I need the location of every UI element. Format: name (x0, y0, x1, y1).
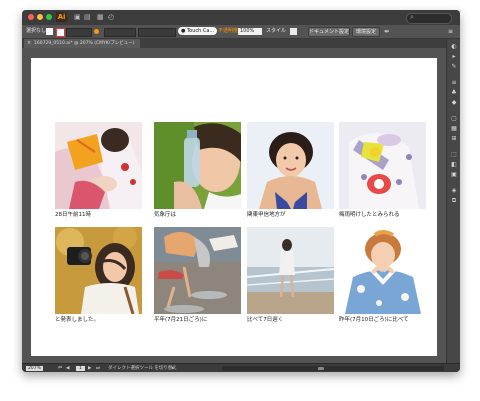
photo-caption: と発表しました。 (55, 317, 100, 323)
photo-beach-splash[interactable] (154, 227, 241, 314)
close-window-button[interactable] (28, 14, 34, 20)
fill-swatch[interactable] (46, 28, 53, 35)
photo-caption: 比べて7日遅く (247, 317, 284, 323)
scrollbar-thumb[interactable] (318, 367, 324, 370)
status-bar: 207% ⏮ ◀ 1 ▶ ⏭ ダイレクト選択ツール を切り替え ▸ (22, 363, 460, 372)
selection-status: 選択なし (26, 28, 47, 34)
style-swatch[interactable] (290, 28, 297, 35)
app-logo: Ai (56, 12, 67, 22)
photo-caption: 気象庁は (154, 212, 177, 218)
brush-definition[interactable]: ● Touch Ca... (178, 27, 218, 35)
zoom-window-button[interactable] (46, 14, 52, 20)
stroke-swatch[interactable] (56, 28, 65, 37)
search-icon: ⌕ (410, 13, 414, 21)
photo-camera[interactable] (55, 227, 142, 314)
photo-kimono-flower[interactable] (339, 122, 426, 209)
artboard-number-field[interactable]: 1 (76, 366, 85, 371)
stroke-weight-field[interactable] (66, 28, 92, 37)
artboards-panel-icon[interactable]: ▣ (450, 171, 458, 178)
status-menu-icon[interactable]: ▸ (172, 364, 174, 372)
panel-menu-icon[interactable]: ≡ (448, 25, 453, 38)
arrange-documents-icon[interactable]: ▦ (97, 13, 104, 21)
layers-panel-icon[interactable]: ◈ (450, 187, 458, 194)
minimize-window-button[interactable] (37, 14, 43, 20)
transparency-panel-icon[interactable]: ▢ (450, 115, 458, 122)
align-icon[interactable]: ⇹ (384, 25, 389, 38)
bridge-icon[interactable]: ▣ (74, 13, 81, 21)
stroke-panel-icon[interactable]: ≡ (450, 79, 458, 86)
close-tab-icon[interactable]: × (27, 39, 31, 48)
pathfinder-panel-icon[interactable]: ◧ (450, 161, 458, 168)
brush-label: Touch Ca... (186, 28, 215, 34)
photo-caption: 関東甲信地方が (247, 212, 286, 218)
recolor-icon[interactable] (94, 29, 99, 34)
control-bar: 選択なし ● Touch Ca... 不透明度 100% スタイル ドキュメント… (22, 25, 460, 39)
photo-seaside[interactable] (247, 227, 334, 314)
photo-caption: 平年(7月21日ごろ)に (154, 317, 208, 323)
illustrator-window: Ai ▣ ▤ ▦ ◴ ⌕ 選択なし ● Touch Ca... 不透明度 100… (22, 10, 460, 372)
artboard[interactable]: 28日午前11時 気象庁は 関東甲信地方が 梅雨明けしたとみられる と発表しまし… (31, 58, 437, 356)
document-tab[interactable]: × 160729_0510.ai* @ 207% (CMYK/プレビュー) (24, 39, 141, 48)
variable-width-field[interactable] (104, 28, 136, 37)
align-panel-icon[interactable]: ⊞ (450, 135, 458, 142)
gpu-icon[interactable]: ◴ (108, 13, 114, 21)
document-tab-title: 160729_0510.ai* @ 207% (CMYK/プレビュー) (34, 41, 135, 46)
last-artboard-icon[interactable]: ⏭ (96, 364, 100, 372)
panel-dock: ◐ ▸ ✎ ≡ ♣ ◆ ▢ ▦ ⊞ ⬚ ◧ ▣ ◈ ⧉ (446, 39, 460, 363)
horizontal-scrollbar[interactable] (222, 366, 444, 371)
opacity-field[interactable]: 100% (238, 28, 262, 35)
opacity-label[interactable]: 不透明度 (218, 25, 238, 38)
photo-yukata-fan[interactable] (55, 122, 142, 209)
canvas-area[interactable]: 28日午前11時 気象庁は 関東甲信地方が 梅雨明けしたとみられる と発表しまし… (22, 48, 446, 363)
title-bar: Ai ▣ ▤ ▦ ◴ ⌕ (22, 10, 460, 26)
stock-icon[interactable]: ▤ (84, 13, 91, 21)
photo-caption: 28日午前11時 (55, 212, 91, 218)
photo-caption: 梅雨明けしたとみられる (339, 212, 400, 218)
zoom-level-field[interactable]: 207% (26, 366, 43, 371)
photo-caption: 昨年(7月10日ごろ)に比べて (339, 317, 409, 323)
graphic-styles-panel-icon[interactable]: ◆ (450, 99, 458, 106)
style-label: スタイル (266, 28, 287, 34)
swatches-panel-icon[interactable]: ▸ (450, 53, 458, 60)
brushes-panel-icon[interactable]: ✎ (450, 63, 458, 70)
document-tab-strip: × 160729_0510.ai* @ 207% (CMYK/プレビュー) (22, 39, 446, 48)
color-panel-icon[interactable]: ◐ (450, 43, 458, 50)
symbols-panel-icon[interactable]: ♣ (450, 89, 458, 96)
brush-dot-icon: ● (181, 28, 186, 34)
tool-hint: ダイレクト選択ツール を切り替え (108, 366, 177, 371)
first-artboard-icon[interactable]: ⏮ (58, 364, 62, 372)
photo-water-bottle[interactable] (154, 122, 241, 209)
appearance-panel-icon[interactable]: ▦ (450, 125, 458, 132)
transform-panel-icon[interactable]: ⬚ (450, 151, 458, 158)
photo-yukata-blue[interactable] (339, 227, 426, 314)
links-panel-icon[interactable]: ⧉ (450, 197, 458, 204)
search-input[interactable]: ⌕ (406, 13, 452, 24)
photo-swimsuit[interactable] (247, 122, 334, 209)
prev-artboard-icon[interactable]: ◀ (66, 364, 69, 372)
brush-field[interactable] (138, 28, 176, 37)
next-artboard-icon[interactable]: ▶ (88, 364, 91, 372)
document-setup-button[interactable]: ドキュメント設定 (308, 27, 350, 37)
preferences-button[interactable]: 環境設定 (352, 27, 380, 37)
